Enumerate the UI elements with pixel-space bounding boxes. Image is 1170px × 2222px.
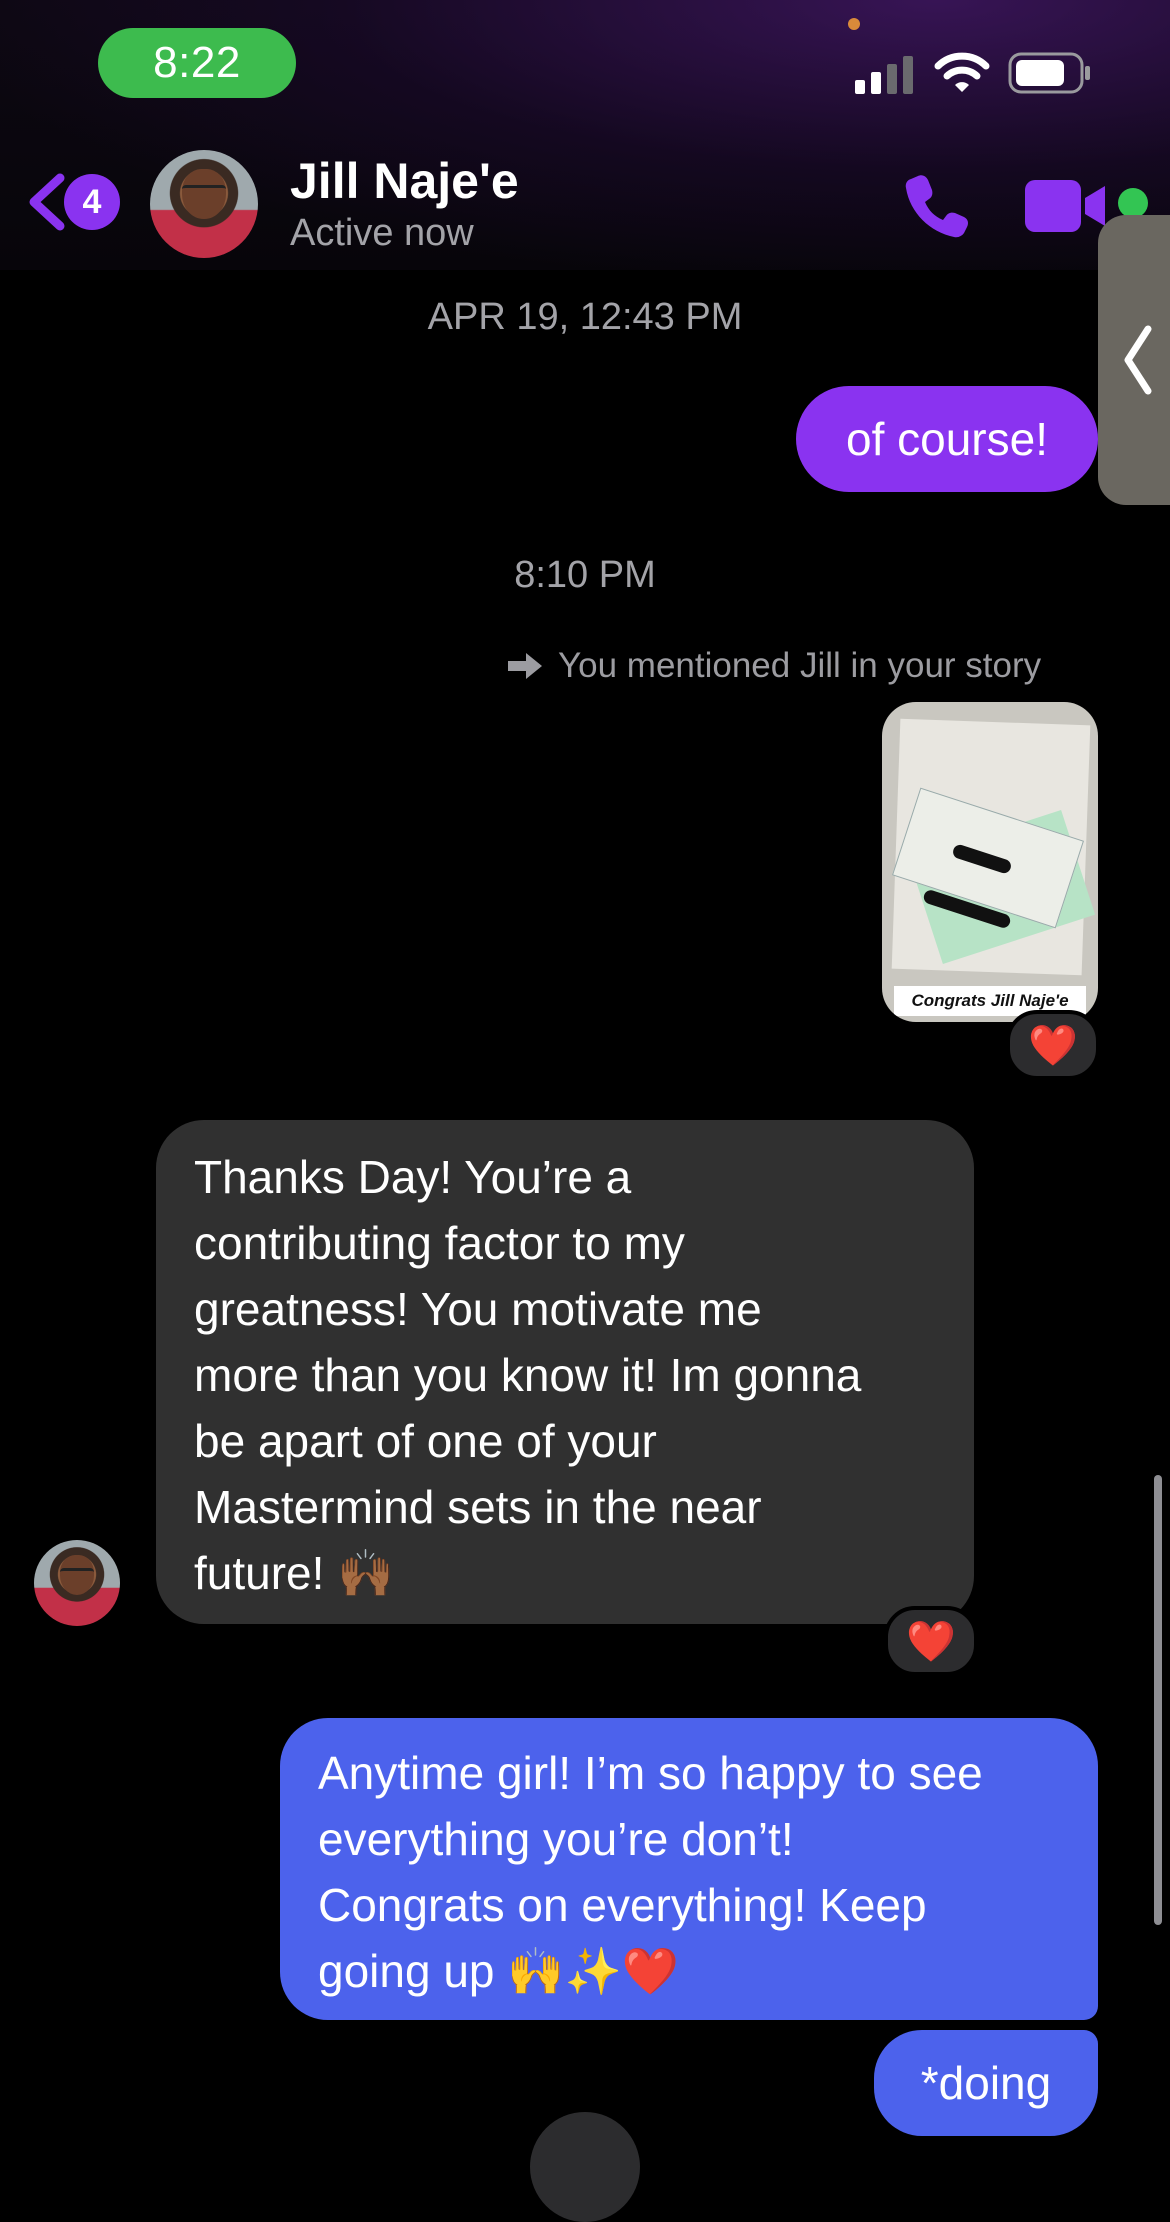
wifi-icon: [934, 52, 990, 92]
outgoing-message[interactable]: *doing: [874, 2030, 1098, 2136]
message-line: Mastermind sets in the near: [194, 1481, 762, 1533]
contact-active-status: Active now: [290, 212, 474, 254]
privacy-indicator-dot: [848, 18, 860, 30]
video-camera-icon[interactable]: [1025, 178, 1109, 234]
message-line: Congrats on everything! Keep: [318, 1879, 927, 1931]
outgoing-message[interactable]: of course!: [796, 386, 1098, 492]
cellular-signal-icon: [855, 56, 913, 94]
message-line: be apart of one of your: [194, 1415, 657, 1467]
phone-icon[interactable]: [900, 170, 970, 240]
message-timestamp: APR 19, 12:43 PM: [427, 296, 743, 338]
battery-icon: [1008, 52, 1090, 94]
story-mention-note: You mentioned Jill in your story: [506, 646, 1041, 686]
message-text: of course!: [846, 413, 1048, 465]
heart-icon: ❤️: [906, 1618, 956, 1665]
scroll-to-bottom-button[interactable]: [530, 2112, 640, 2222]
heart-reaction[interactable]: ❤️: [884, 1606, 978, 1676]
status-time[interactable]: 8:22: [98, 28, 296, 98]
contact-name[interactable]: Jill Naje'e: [290, 152, 519, 210]
status-bar: 8:22: [0, 0, 1170, 120]
online-status-dot: [1118, 188, 1148, 218]
conversation-header: 4 Jill Naje'e Active now: [0, 130, 1170, 270]
unread-count-badge[interactable]: 4: [64, 174, 120, 230]
message-line: future! 🙌🏾: [194, 1547, 395, 1599]
message-text: *doing: [920, 2057, 1052, 2109]
message-line: more than you know it! Im gonna: [194, 1349, 862, 1401]
message-line: greatness! You motivate me: [194, 1283, 762, 1335]
side-panel-handle[interactable]: [1098, 215, 1170, 505]
incoming-message[interactable]: Thanks Day! You’re a contributing factor…: [156, 1120, 974, 1624]
message-line: Thanks Day! You’re a: [194, 1151, 632, 1203]
heart-reaction[interactable]: ❤️: [1006, 1010, 1100, 1080]
message-timestamp: 8:10 PM: [514, 554, 656, 596]
scrollbar[interactable]: [1154, 1475, 1162, 1925]
back-chevron-icon[interactable]: [24, 172, 68, 232]
sender-avatar[interactable]: [34, 1540, 120, 1626]
message-line: everything you’re don’t!: [318, 1813, 794, 1865]
story-mention-text: You mentioned Jill in your story: [558, 646, 1042, 685]
message-line: contributing factor to my: [194, 1217, 685, 1269]
message-line: Anytime girl! I’m so happy to see: [318, 1747, 983, 1799]
contact-avatar[interactable]: [150, 150, 258, 258]
outgoing-message[interactable]: Anytime girl! I’m so happy to see everyt…: [280, 1718, 1098, 2020]
heart-icon: ❤️: [1028, 1022, 1078, 1069]
message-line: going up 🙌✨❤️: [318, 1945, 680, 1997]
story-image[interactable]: Congrats Jill Naje'e: [882, 702, 1098, 1022]
arrow-right-icon: [508, 653, 542, 679]
